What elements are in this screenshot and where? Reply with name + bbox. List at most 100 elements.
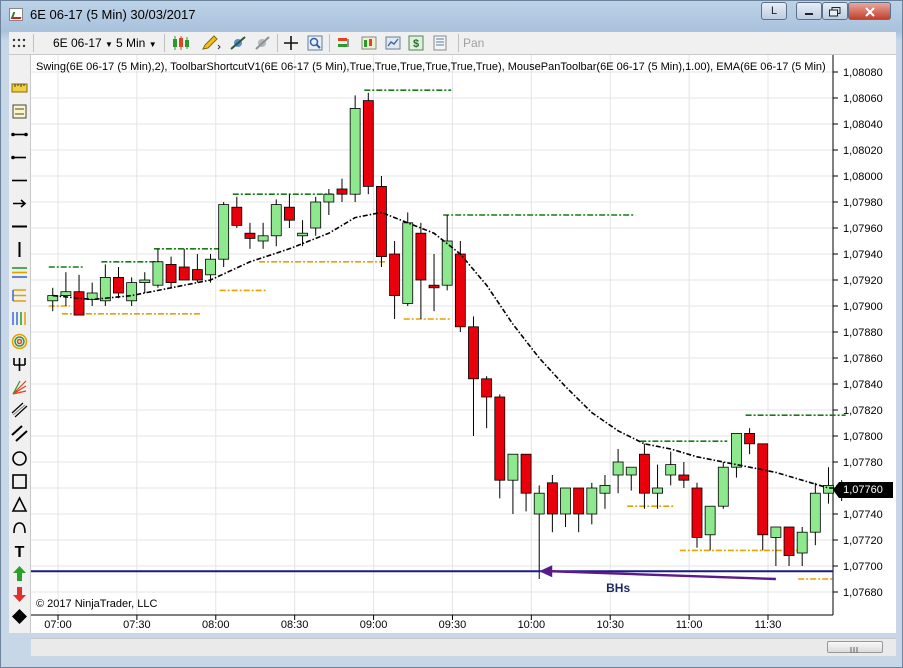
candle[interactable] — [389, 241, 400, 319]
candle[interactable] — [362, 92, 374, 195]
candle[interactable] — [652, 464, 663, 509]
gann-fan-icon[interactable] — [11, 379, 28, 396]
candle[interactable] — [612, 449, 624, 494]
fibonacci-time-icon[interactable] — [11, 310, 28, 327]
triangle-icon[interactable] — [11, 496, 28, 513]
candle[interactable] — [60, 272, 72, 306]
candle[interactable] — [678, 462, 690, 488]
templates-icon[interactable] — [432, 35, 448, 51]
candle[interactable] — [402, 212, 414, 306]
candle[interactable] — [376, 176, 387, 267]
text-icon[interactable]: T — [11, 542, 28, 559]
scrollbar-thumb[interactable] — [827, 641, 883, 653]
candle[interactable] — [231, 196, 243, 228]
bhs-annotation[interactable]: BHs — [606, 581, 630, 595]
chart-properties-icon[interactable] — [385, 35, 401, 51]
bar-type-icon[interactable] — [171, 35, 191, 51]
data-box-icon[interactable] — [361, 35, 377, 51]
indicator-icon[interactable] — [254, 35, 272, 51]
fibonacci-extension-icon[interactable] — [11, 287, 28, 304]
candle[interactable] — [113, 267, 124, 299]
crosshair-icon[interactable] — [283, 35, 299, 51]
arrow-down-icon[interactable] — [11, 586, 28, 603]
diamond-icon[interactable] — [11, 608, 28, 625]
extended-line-icon[interactable] — [11, 172, 28, 189]
rectangle-icon[interactable] — [11, 473, 28, 490]
ruler-icon[interactable] — [11, 79, 28, 96]
arrow-line-icon[interactable] — [11, 195, 28, 212]
candle[interactable] — [796, 527, 808, 566]
candle[interactable] — [244, 222, 256, 249]
candle[interactable] — [639, 443, 650, 509]
candle[interactable] — [770, 526, 782, 566]
candle[interactable] — [665, 451, 677, 486]
candle[interactable] — [428, 254, 440, 312]
candle[interactable] — [560, 487, 571, 527]
ray-icon[interactable] — [11, 149, 28, 166]
candle[interactable] — [218, 202, 230, 267]
candle[interactable] — [625, 466, 637, 491]
risk-reward-icon[interactable] — [11, 103, 28, 120]
candle[interactable] — [757, 443, 769, 551]
instrument-selector[interactable]: 6E 06-17 ▼ — [53, 34, 113, 52]
candle[interactable] — [86, 282, 98, 306]
candle[interactable] — [284, 194, 295, 228]
vertical-line-icon[interactable] — [11, 241, 28, 258]
candle[interactable] — [336, 178, 348, 202]
maximize-button[interactable] — [822, 2, 848, 20]
candle[interactable] — [139, 272, 151, 293]
candle[interactable] — [205, 254, 216, 283]
drawing-pencil-icon[interactable] — [201, 35, 221, 51]
zoom-icon[interactable] — [307, 35, 323, 51]
candle[interactable] — [152, 248, 164, 288]
candle[interactable] — [257, 222, 269, 249]
chart-panel[interactable]: 1,08080 1,08060 1,08040 1,08020 1,08000 1,079… — [31, 55, 896, 633]
fibonacci-retracement-icon[interactable] — [11, 264, 28, 281]
title-bar[interactable]: 6E 06-17 (5 Min) 30/03/2017 L — [1, 1, 902, 29]
candle[interactable] — [191, 254, 203, 283]
candle[interactable] — [441, 215, 453, 291]
candle[interactable] — [507, 453, 519, 514]
candle[interactable] — [310, 196, 322, 236]
arc-icon[interactable] — [11, 519, 28, 536]
pan-button[interactable]: Pan — [463, 34, 484, 52]
candle[interactable] — [783, 526, 795, 566]
candle[interactable] — [47, 287, 59, 312]
candle[interactable] — [704, 505, 716, 551]
line-icon[interactable] — [11, 126, 28, 143]
candle[interactable] — [349, 95, 361, 202]
strategy-icon[interactable] — [229, 35, 249, 51]
candle[interactable] — [468, 316, 479, 436]
candle[interactable] — [415, 222, 427, 319]
candle[interactable] — [823, 467, 834, 504]
candle[interactable] — [270, 199, 282, 247]
arrow-up-icon[interactable] — [11, 565, 28, 582]
candle[interactable] — [494, 394, 506, 499]
candle[interactable] — [126, 277, 138, 306]
candle[interactable] — [520, 453, 532, 512]
candle[interactable] — [744, 428, 755, 455]
fibonacci-circle-icon[interactable] — [11, 333, 28, 350]
price-chart[interactable]: 1,08080 1,08060 1,08040 1,08020 1,08000 1,079… — [31, 55, 896, 633]
candle[interactable] — [599, 475, 611, 509]
candle[interactable] — [73, 274, 85, 316]
candle[interactable] — [323, 189, 335, 215]
horizontal-scrollbar[interactable] — [31, 638, 896, 656]
chart-trader-icon[interactable] — [337, 35, 353, 51]
candle[interactable] — [165, 256, 177, 288]
candle[interactable] — [717, 462, 729, 509]
candle[interactable] — [533, 485, 545, 579]
candle[interactable] — [809, 482, 821, 546]
candle[interactable] — [178, 248, 190, 281]
horizontal-line-icon[interactable] — [11, 218, 28, 235]
candle[interactable] — [573, 487, 585, 533]
regression-channel-icon[interactable] — [11, 402, 28, 419]
link-button[interactable]: L — [761, 2, 787, 20]
candle[interactable] — [546, 475, 558, 533]
trend-channel-icon[interactable] — [11, 425, 28, 442]
ellipse-icon[interactable] — [11, 450, 28, 467]
close-button[interactable] — [848, 2, 891, 20]
candle[interactable] — [99, 264, 111, 306]
interval-selector[interactable]: 5 Min ▼ — [116, 34, 157, 52]
minimize-button[interactable] — [796, 2, 822, 20]
